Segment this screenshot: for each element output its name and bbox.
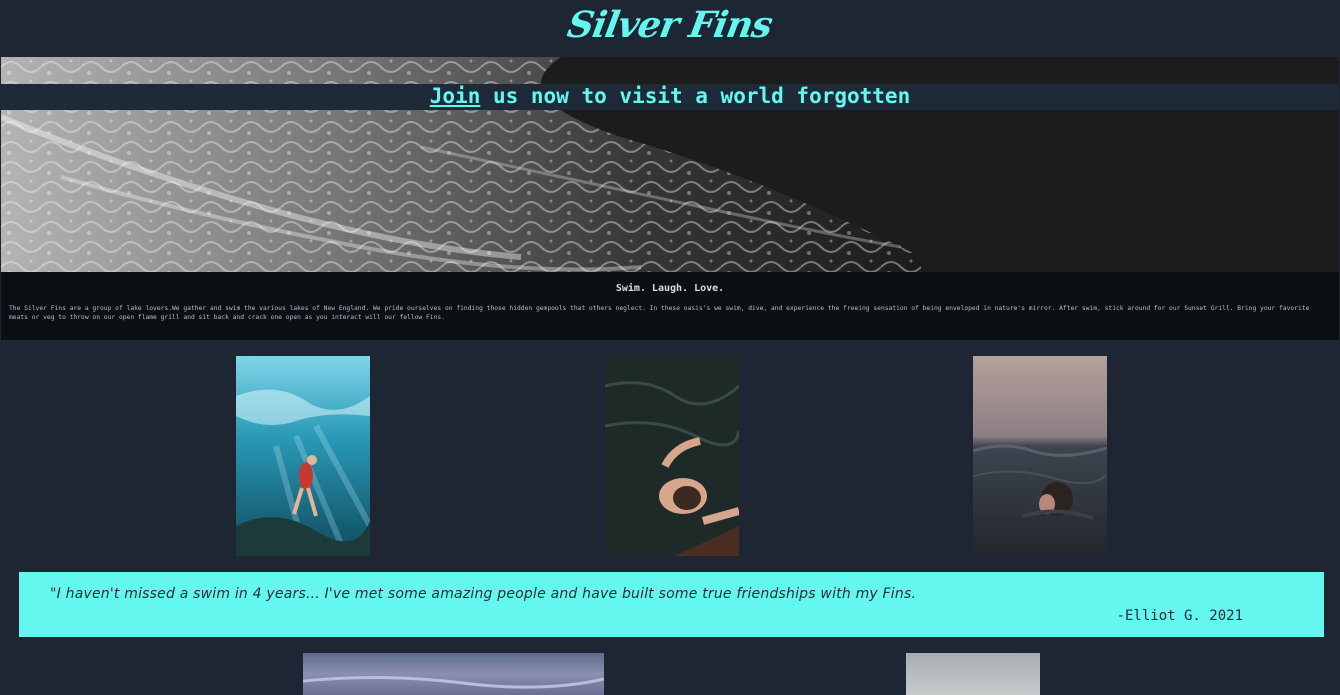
misty-lake-photo-icon — [906, 653, 1040, 695]
gallery-photo-2 — [605, 356, 739, 556]
testimonial-author: -Elliot G. 2021 — [1116, 608, 1243, 624]
site-logo[interactable]: Silver Fins — [565, 4, 776, 46]
hero-title-rest: us now to visit a world forgotten — [480, 84, 911, 108]
lake-horizon-photo-icon — [303, 653, 604, 695]
hero-title-band: Join us now to visit a world forgotten — [1, 84, 1339, 110]
testimonial-box: "I haven't missed a swim in 4 years... I… — [19, 572, 1324, 637]
testimonial-quote: "I haven't missed a swim in 4 years... I… — [50, 586, 917, 602]
hero-banner: Join us now to visit a world forgotten — [1, 57, 1339, 272]
about-section: Swim. Laugh. Love. The Silver Fins are a… — [1, 272, 1339, 340]
site-header: Silver Fins — [0, 0, 1340, 57]
hero-title: Join us now to visit a world forgotten — [430, 84, 910, 108]
gallery-photo-3 — [973, 356, 1107, 556]
join-link[interactable]: Join — [430, 84, 481, 108]
gallery-photo-1 — [236, 356, 370, 556]
bottom-photo-1 — [303, 653, 604, 695]
swimmer-at-sunset-photo-icon — [973, 356, 1107, 556]
about-body: The Silver Fins are a group of lake love… — [9, 305, 1310, 321]
about-heading: Swim. Laugh. Love. — [615, 283, 725, 294]
underwater-diver-photo-icon — [236, 356, 370, 556]
bottom-photo-2 — [906, 653, 1040, 695]
swimmer-from-above-photo-icon — [605, 356, 739, 556]
